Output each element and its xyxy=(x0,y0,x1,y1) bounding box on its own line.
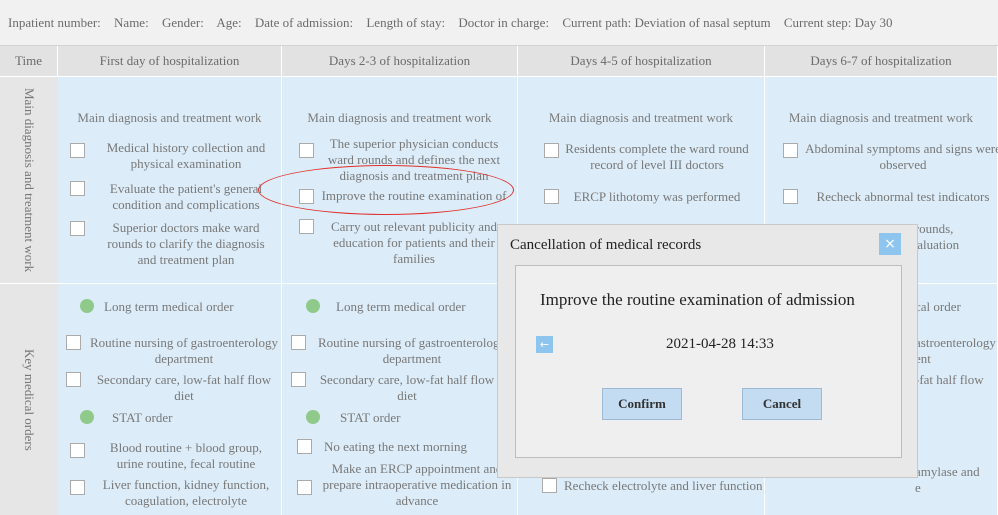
cell-title: Main diagnosis and treatment work xyxy=(307,110,492,125)
checkbox[interactable] xyxy=(70,143,85,158)
list-item: Evaluate the patient's general condition… xyxy=(109,181,263,212)
admission-date-label: Date of admission: xyxy=(254,15,354,30)
back-arrow-icon[interactable]: ← xyxy=(536,336,553,353)
stat-order-dot-icon xyxy=(306,410,320,424)
list-item: astroenterology xyxy=(915,335,996,350)
cell-title: Main diagnosis and treatment work xyxy=(77,110,262,125)
checkbox[interactable] xyxy=(299,219,314,234)
list-item: Routine nursing of gastroenterology depa… xyxy=(89,335,279,366)
row-label-orders-text: Key medical orders xyxy=(22,348,37,451)
list-item: cal order xyxy=(915,299,961,314)
checkbox[interactable] xyxy=(542,478,557,493)
cell-title: Main diagnosis and treatment work xyxy=(548,110,734,125)
checkbox[interactable] xyxy=(299,189,314,204)
checkbox[interactable] xyxy=(299,143,314,158)
checkbox[interactable] xyxy=(291,335,306,350)
order-type-label: Long term medical order xyxy=(336,299,466,314)
checkbox[interactable] xyxy=(544,189,559,204)
order-type-label: STAT order xyxy=(340,410,401,425)
cell-title: Main diagnosis and treatment work xyxy=(788,110,974,125)
dialog-body: Improve the routine examination of admis… xyxy=(515,265,902,458)
col-header-day4-5: Days 4-5 of hospitalization xyxy=(518,46,765,76)
dialog-title: Cancellation of medical records xyxy=(510,237,702,253)
checkbox[interactable] xyxy=(783,189,798,204)
row-label-diagnosis-text: Main diagnosis and treatment work xyxy=(22,87,37,273)
list-item: Blood routine + blood group, urine routi… xyxy=(109,440,263,471)
orders-cell-day2-3: Long term medical order Routine nursing … xyxy=(282,283,518,515)
list-item: Recheck electrolyte and liver function xyxy=(564,478,763,493)
orders-cell-day1: Long term medical order Routine nursing … xyxy=(58,283,282,515)
order-type-label: STAT order xyxy=(112,410,173,425)
list-item: Abdominal symptoms and signs were observ… xyxy=(805,141,998,172)
age-label: Age: xyxy=(216,15,242,30)
checkbox[interactable] xyxy=(70,480,85,495)
list-item: e xyxy=(915,480,921,495)
diagnosis-cell-day1: Main diagnosis and treatment work Medica… xyxy=(58,76,282,283)
list-item: ent xyxy=(915,351,931,366)
confirm-button[interactable]: Confirm xyxy=(602,388,682,420)
list-item: No eating the next morning xyxy=(324,439,467,454)
list-item: Make an ERCP appointment and prepare int… xyxy=(322,461,512,508)
list-item: evaluation xyxy=(905,237,960,252)
list-item: Secondary care, low-fat half flow diet xyxy=(319,372,495,403)
col-header-day6-7: Days 6-7 of hospitalization xyxy=(765,46,998,76)
doctor-label: Doctor in charge: xyxy=(458,15,550,30)
list-item: ERCP lithotomy was performed xyxy=(573,189,741,204)
checkbox[interactable] xyxy=(544,143,559,158)
col-header-day1: First day of hospitalization xyxy=(58,46,282,76)
long-term-order-dot-icon xyxy=(306,299,320,313)
length-of-stay-label: Length of stay: xyxy=(366,15,446,30)
list-item: The superior physician conducts ward rou… xyxy=(327,136,501,183)
checkbox[interactable] xyxy=(70,443,85,458)
checkbox[interactable] xyxy=(297,480,312,495)
list-item: amylase and xyxy=(915,464,980,479)
list-item: -fat half flow xyxy=(915,372,984,387)
checkbox[interactable] xyxy=(66,372,81,387)
checkbox[interactable] xyxy=(291,372,306,387)
gender-label: Gender: xyxy=(161,15,204,30)
current-step-label: Current step: Day 30 xyxy=(783,15,893,30)
list-item: Superior doctors make ward rounds to cla… xyxy=(107,220,265,267)
checkbox[interactable] xyxy=(70,221,85,236)
col-header-time: Time xyxy=(0,46,58,76)
list-item: Routine nursing of gastroenterology depa… xyxy=(317,335,507,366)
list-item: n rounds, xyxy=(905,221,954,236)
col-header-day2-3: Days 2-3 of hospitalization xyxy=(282,46,518,76)
cancel-button[interactable]: Cancel xyxy=(742,388,822,420)
record-name: Improve the routine examination of admis… xyxy=(540,290,855,309)
checkbox[interactable] xyxy=(783,143,798,158)
row-label-diagnosis: Main diagnosis and treatment work xyxy=(0,76,58,283)
checkbox[interactable] xyxy=(70,181,85,196)
row-label-orders: Key medical orders xyxy=(0,283,58,515)
patient-info-bar: Inpatient number: Name: Gender: Age: Dat… xyxy=(0,0,998,46)
list-item: Medical history collection and physical … xyxy=(106,140,266,171)
checkbox[interactable] xyxy=(66,335,81,350)
list-item: Carry out relevant publicity and educati… xyxy=(330,219,498,266)
list-item-highlighted[interactable]: Improve the routine examination of admis… xyxy=(316,188,512,205)
list-item: Residents complete the ward round record… xyxy=(565,141,749,172)
record-timestamp: 2021-04-28 14:33 xyxy=(666,336,774,352)
inpatient-number-label: Inpatient number: xyxy=(8,15,101,30)
diagnosis-cell-day2-3: Main diagnosis and treatment work The su… xyxy=(282,76,518,283)
current-path-label: Current path: Deviation of nasal septum xyxy=(562,15,771,30)
list-item: Recheck abnormal test indicators xyxy=(816,189,990,204)
list-item: Liver function, kidney function, coagula… xyxy=(102,477,270,508)
order-type-label: Long term medical order xyxy=(104,299,234,314)
close-icon[interactable]: × xyxy=(879,233,901,255)
name-label: Name: xyxy=(114,15,149,30)
stat-order-dot-icon xyxy=(80,410,94,424)
list-item: Secondary care, low-fat half flow diet xyxy=(96,372,272,403)
long-term-order-dot-icon xyxy=(80,299,94,313)
cancellation-dialog: Cancellation of medical records × Improv… xyxy=(497,224,918,478)
checkbox[interactable] xyxy=(297,439,312,454)
